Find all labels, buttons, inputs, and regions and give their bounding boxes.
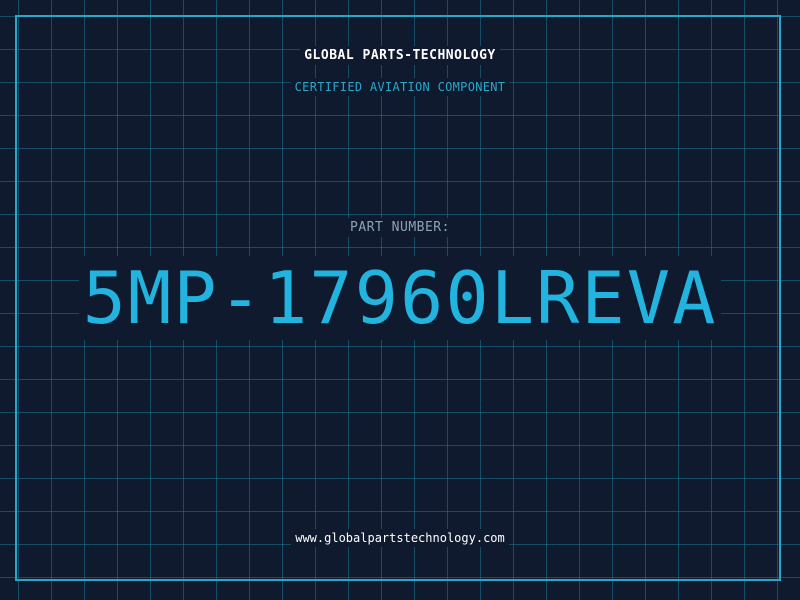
website-url-text: www.globalpartstechnology.com (291, 529, 509, 547)
certification-subtitle: CERTIFIED AVIATION COMPONENT (0, 78, 800, 96)
blueprint-canvas: GLOBAL PARTS-TECHNOLOGY CERTIFIED AVIATI… (0, 0, 800, 600)
certification-subtitle-text: CERTIFIED AVIATION COMPONENT (290, 78, 510, 96)
brand-title: GLOBAL PARTS-TECHNOLOGY (0, 46, 800, 65)
website-url: www.globalpartstechnology.com (0, 529, 800, 547)
part-number-value-text: 5MP-17960LREVA (78, 256, 722, 340)
part-number-value: 5MP-17960LREVA (0, 256, 800, 340)
brand-title-text: GLOBAL PARTS-TECHNOLOGY (300, 46, 500, 65)
part-number-label-text: PART NUMBER: (346, 218, 454, 237)
part-number-label: PART NUMBER: (0, 218, 800, 237)
